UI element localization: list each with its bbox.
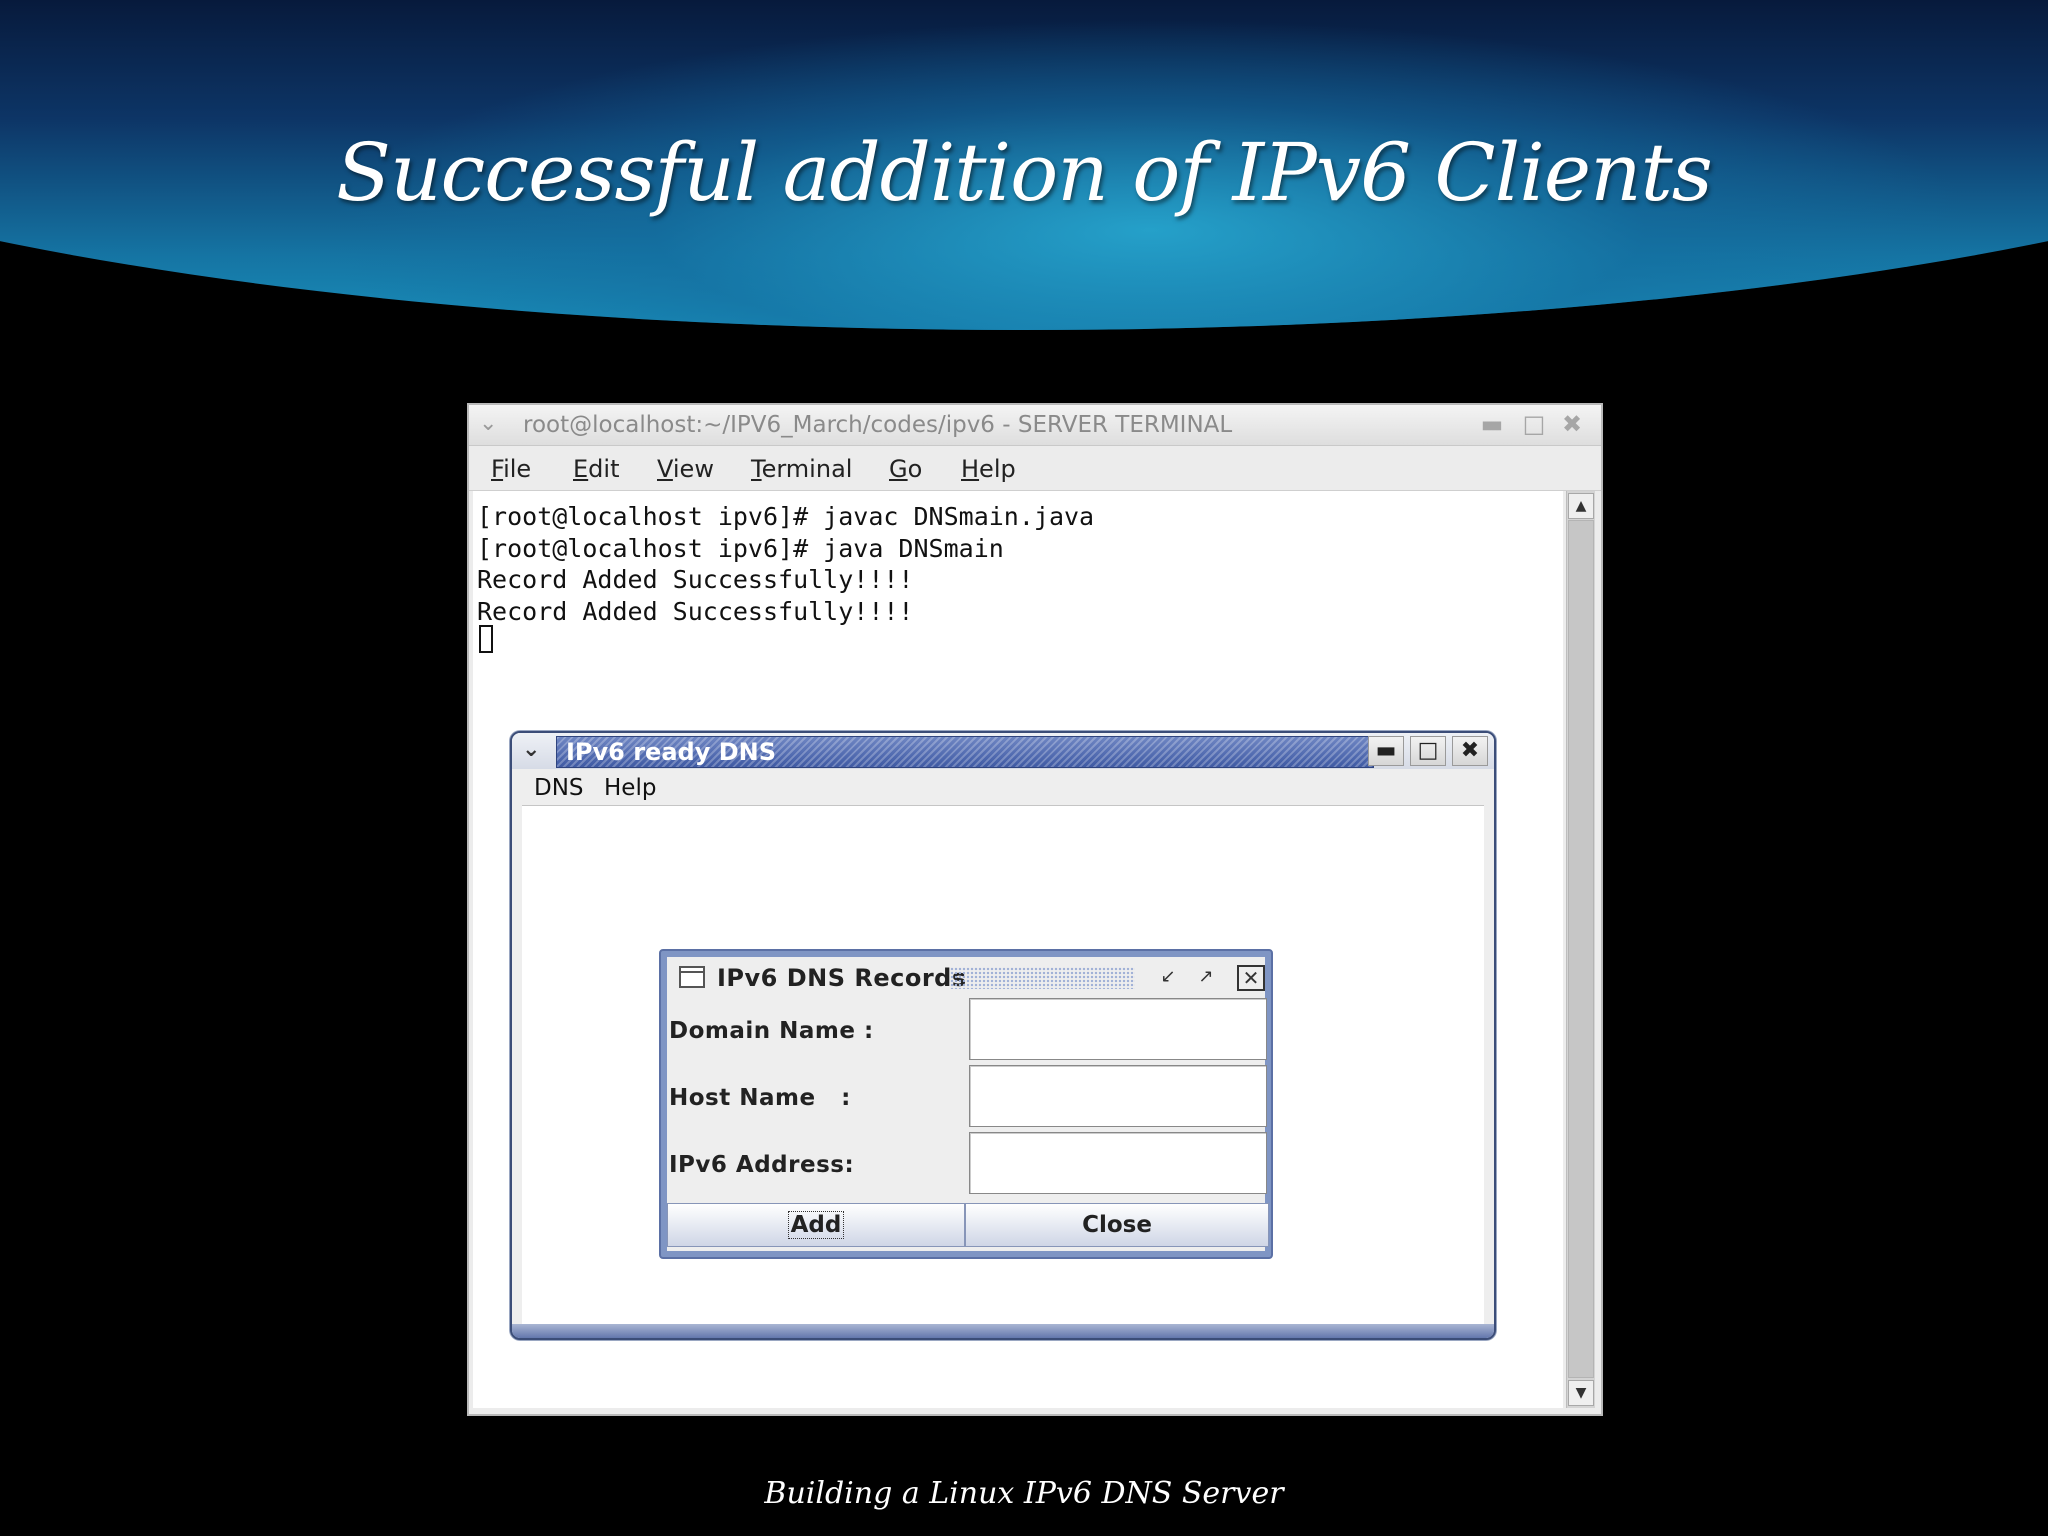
close-icon[interactable]: ✖ [1452, 736, 1488, 766]
terminal-line: Record Added Successfully!!!! [477, 565, 914, 594]
window-icon [679, 966, 705, 988]
terminal-menubar: File Edit View Terminal Go Help [469, 446, 1601, 491]
maximize-icon[interactable]: □ [1410, 736, 1446, 766]
terminal-line: [root@localhost ipv6]# javac DNSmain.jav… [477, 502, 1095, 531]
dns-records-dialog: IPv6 DNS Records ↙ ↗ ✕ Domain Name : Hos… [659, 949, 1273, 1259]
menu-help[interactable]: Help [604, 775, 656, 801]
slide-title: Successful addition of IPv6 Clients [336, 126, 1713, 219]
terminal-titlebar[interactable]: ⌄ root@localhost:~/IPV6_March/codes/ipv6… [469, 405, 1601, 446]
minimize-icon[interactable]: ▬ [1477, 410, 1507, 438]
host-name-field[interactable] [969, 1065, 1267, 1127]
close-icon[interactable]: ✕ [1237, 965, 1265, 991]
host-name-label: Host Name : [669, 1085, 851, 1111]
menu-terminal[interactable]: Terminal [751, 455, 852, 483]
titlebar-grip [950, 967, 1135, 989]
scroll-down-arrow-icon[interactable]: ▼ [1568, 1380, 1594, 1406]
menu-help[interactable]: Help [961, 455, 1016, 483]
maximize-icon[interactable]: ↗ [1193, 965, 1219, 989]
ipv6-address-field[interactable] [969, 1132, 1267, 1194]
records-titlebar[interactable]: IPv6 DNS Records ↙ ↗ ✕ [667, 957, 1265, 997]
slide-footer: Building a Linux IPv6 DNS Server [764, 1476, 1284, 1511]
menu-go[interactable]: Go [889, 455, 922, 483]
terminal-title: root@localhost:~/IPV6_March/codes/ipv6 -… [523, 412, 1233, 438]
records-dialog-title: IPv6 DNS Records [717, 964, 967, 992]
maximize-icon[interactable]: □ [1519, 410, 1549, 438]
close-icon[interactable]: ✖ [1557, 410, 1587, 438]
menu-edit[interactable]: Edit [573, 455, 619, 483]
menu-file[interactable]: File [491, 455, 531, 483]
dns-menubar: DNS Help [522, 771, 1484, 806]
iconify-icon[interactable]: ↙ [1155, 965, 1181, 989]
dns-window-title: IPv6 ready DNS [566, 738, 776, 766]
scrollbar-thumb[interactable] [1568, 520, 1594, 1378]
add-button-label: Add [787, 1211, 845, 1239]
terminal-scrollbar[interactable]: ▲ ▼ [1566, 491, 1595, 1408]
records-form: Domain Name : Host Name : IPv6 Address: [667, 998, 1267, 1202]
domain-name-label: Domain Name : [669, 1018, 874, 1044]
ipv6-address-label: IPv6 Address: [669, 1152, 855, 1178]
minimize-icon[interactable]: ▬ [1368, 736, 1404, 766]
close-button[interactable]: Close [965, 1203, 1269, 1247]
dns-titlebar[interactable]: ⌄ IPv6 ready DNS ▬ □ ✖ [512, 733, 1494, 769]
terminal-line: Record Added Successfully!!!! [477, 596, 914, 626]
menu-view[interactable]: View [657, 455, 714, 483]
window-menu-chevron-icon[interactable]: ⌄ [479, 411, 497, 436]
menu-dns[interactable]: DNS [534, 775, 584, 801]
dns-window-bottom-border [512, 1324, 1494, 1338]
terminal-cursor [479, 625, 493, 653]
terminal-line: [root@localhost ipv6]# java DNSmain [477, 533, 1004, 563]
scroll-up-arrow-icon[interactable]: ▲ [1568, 493, 1594, 519]
domain-name-field[interactable] [969, 998, 1267, 1060]
add-button[interactable]: Add [667, 1203, 965, 1247]
window-menu-chevron-icon[interactable]: ⌄ [522, 737, 540, 762]
